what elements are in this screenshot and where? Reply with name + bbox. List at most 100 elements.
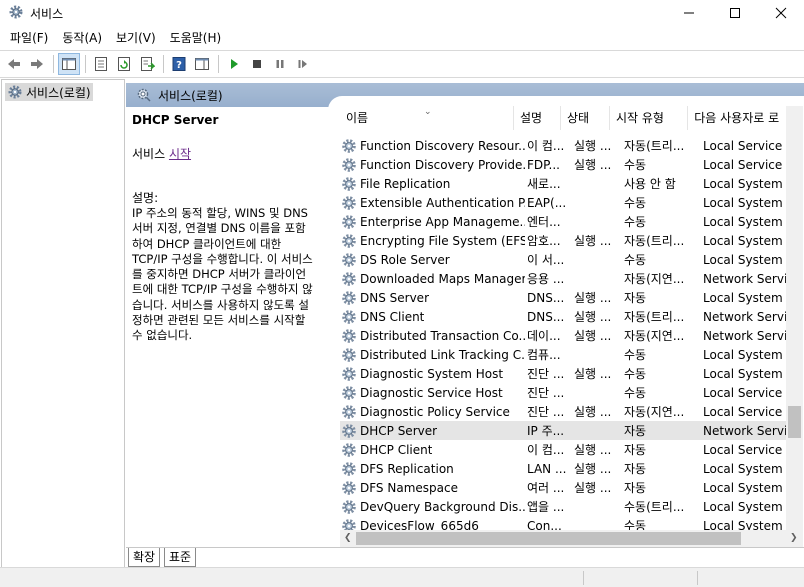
description-line: 수 없습니다. xyxy=(132,328,193,343)
stop-service-button[interactable] xyxy=(246,53,268,75)
service-gear-icon xyxy=(342,480,356,495)
scroll-left-icon[interactable]: ❮ xyxy=(344,533,352,543)
tab-extended[interactable]: 확장 xyxy=(128,548,161,567)
service-row[interactable]: DevQuery Background Dis... 앱을 ... 수동(트리...… xyxy=(340,497,786,516)
tree-item-services-local[interactable]: 서비스(로컬) xyxy=(5,83,93,101)
tab-standard[interactable]: 표준 xyxy=(164,548,197,567)
service-row[interactable]: Extensible Authentication P... EAP(... 수동 L… xyxy=(340,193,786,212)
scroll-right-icon[interactable]: ❯ xyxy=(790,533,798,543)
service-description-cell: Con... xyxy=(527,518,562,531)
service-startup-cell: 수동 xyxy=(624,367,647,381)
service-description-pane: DHCP Server 서비스 시작 설명: IP 주소의 동적 할당, WIN… xyxy=(132,113,332,344)
forward-button[interactable] xyxy=(26,53,48,75)
service-name-cell: DNS Server xyxy=(340,290,525,306)
console-tree: 서비스(로컬) xyxy=(1,79,125,569)
minimize-button[interactable] xyxy=(666,0,712,26)
services-search-icon xyxy=(137,88,151,102)
horizontal-scroll-thumb[interactable] xyxy=(356,532,741,545)
service-row[interactable]: Enterprise App Manageme... 엔터... 수동 Local S… xyxy=(340,212,786,231)
service-gear-icon xyxy=(342,138,356,153)
maximize-button[interactable] xyxy=(712,0,758,26)
service-gear-icon xyxy=(342,442,356,457)
service-name-cell: Diagnostic Policy Service xyxy=(340,404,525,420)
service-row[interactable]: Diagnostic Service Host 진단 ... 수동 Local Ser… xyxy=(340,383,786,402)
column-header-startup-type[interactable]: 시작 유형 xyxy=(610,106,689,130)
service-row[interactable]: Diagnostic Policy Service 진단 ... 실행 ... 자동(… xyxy=(340,402,786,421)
menu-view[interactable]: 보기(V) xyxy=(110,28,162,48)
column-header-name[interactable]: ⌄ 이름 xyxy=(340,106,514,130)
back-button[interactable] xyxy=(3,53,25,75)
properties-button[interactable] xyxy=(90,53,112,75)
service-row[interactable]: DNS Client DNS... 실행 ... 자동(트리... Network Se… xyxy=(340,307,786,326)
service-logon-cell: Local System xyxy=(703,499,783,514)
service-name-cell: Function Discovery Resour... xyxy=(340,138,525,154)
minimize-icon xyxy=(684,12,694,14)
service-row[interactable]: DHCP Server IP 주... 자동 Network Service xyxy=(340,421,786,440)
menu-file[interactable]: 파일(F) xyxy=(4,28,54,48)
service-logon-cell: Local Service xyxy=(703,138,783,153)
service-rows: Function Discovery Resour... 이 컴... 실행 ...… xyxy=(340,136,786,530)
menu-help[interactable]: 도움말(H) xyxy=(164,28,228,48)
show-action-pane-button[interactable] xyxy=(191,53,213,75)
column-header-description[interactable]: 설명 xyxy=(514,106,561,130)
service-row[interactable]: DHCP Client 이 컴... 실행 ... 자동 Local Service xyxy=(340,440,786,459)
service-startup-cell: 수동 xyxy=(624,196,647,210)
column-header-logon-as[interactable]: 다음 사용자로 로 xyxy=(688,106,786,130)
service-row[interactable]: DS Role Server 이 서... 수동 Local System xyxy=(340,250,786,269)
horizontal-scrollbar[interactable]: ❮ ❯ xyxy=(340,530,803,547)
service-description-cell: 새로... xyxy=(527,177,561,191)
window-title: 서비스 xyxy=(30,7,64,21)
service-row[interactable]: DFS Replication LAN ... 실행 ... 자동 Local Syst… xyxy=(340,459,786,478)
service-name: Downloaded Maps Manager xyxy=(360,271,525,286)
service-row[interactable]: Encrypting File System (EFS) 암호... 실행 ... 자… xyxy=(340,231,786,250)
service-row[interactable]: Downloaded Maps Manager 응용 ... 자동(지연... Net… xyxy=(340,269,786,288)
show-hide-console-tree-button[interactable] xyxy=(58,53,80,75)
start-service-button[interactable] xyxy=(223,53,245,75)
forward-arrow-icon xyxy=(31,59,43,69)
refresh-button[interactable] xyxy=(113,53,135,75)
service-startup-cell: 자동(지연... xyxy=(624,272,685,286)
start-service-link[interactable]: 시작 xyxy=(169,147,191,161)
description-label: 설명: xyxy=(132,191,159,205)
title-bar: 서비스 xyxy=(0,0,804,26)
status-separator xyxy=(583,571,584,585)
service-row[interactable]: DNS Server DNS... 실행 ... 자동 Local System xyxy=(340,288,786,307)
service-gear-icon xyxy=(342,309,356,324)
help-button[interactable]: ? xyxy=(168,53,190,75)
vertical-scroll-thumb[interactable] xyxy=(788,406,801,438)
service-startup-cell: 수동 xyxy=(624,348,647,362)
service-row[interactable]: File Replication 새로... 사용 안 함 Local System xyxy=(340,174,786,193)
service-name: Extensible Authentication P... xyxy=(360,195,525,210)
tree-item-label: 서비스(로컬) xyxy=(26,85,91,100)
service-row[interactable]: Diagnostic System Host 진단 ... 실행 ... 수동 Loca… xyxy=(340,364,786,383)
service-name: Diagnostic Service Host xyxy=(360,385,503,400)
service-startup-cell: 자동(지연... xyxy=(624,405,685,419)
service-name: DFS Replication xyxy=(360,461,454,476)
menu-bar: 파일(F) 동작(A) 보기(V) 도움말(H) xyxy=(0,26,804,50)
service-name-cell: DNS Client xyxy=(340,309,525,325)
service-gear-icon xyxy=(342,385,356,400)
description-line: TCP/IP 구성을 수행합니다. 이 서비스 xyxy=(132,251,313,266)
service-name-cell: Diagnostic System Host xyxy=(340,366,525,382)
service-startup-cell: 자동(트리... xyxy=(624,234,685,248)
description-line: 서버 지정, 연결별 DNS 이름을 포함 xyxy=(132,221,306,236)
column-header-status[interactable]: 상태 xyxy=(561,106,610,130)
pause-service-button[interactable] xyxy=(269,53,291,75)
service-logon-cell: Local System xyxy=(703,252,783,267)
service-row[interactable]: DFS Namespace 여러 ... 실행 ... 자동 Local System xyxy=(340,478,786,497)
resume-service-button[interactable] xyxy=(292,53,314,75)
service-name-cell: Function Discovery Provide... xyxy=(340,157,525,173)
service-logon-cell: Local System xyxy=(703,366,783,381)
export-list-button[interactable] xyxy=(136,53,158,75)
service-row[interactable]: Function Discovery Provide... FDP... 실행 ..… xyxy=(340,155,786,174)
service-logon-cell: Local System xyxy=(703,518,783,531)
vertical-scrollbar[interactable] xyxy=(786,106,803,530)
service-row[interactable]: Distributed Link Tracking C... 컴퓨... 수동 Loc… xyxy=(340,345,786,364)
service-row[interactable]: Distributed Transaction Co... 데이... 실행 ...… xyxy=(340,326,786,345)
service-row[interactable]: DevicesFlow_665d6 Con... 수동 Local System xyxy=(340,516,786,530)
description-text: IP 주소의 동적 할당, WINS 및 DNS 서버 지정, 연결별 DNS 이… xyxy=(132,206,333,344)
service-name: Distributed Transaction Co... xyxy=(360,328,525,343)
close-button[interactable] xyxy=(758,0,804,26)
service-row[interactable]: Function Discovery Resour... 이 컴... 실행 ...… xyxy=(340,136,786,155)
menu-action[interactable]: 동작(A) xyxy=(56,28,108,48)
